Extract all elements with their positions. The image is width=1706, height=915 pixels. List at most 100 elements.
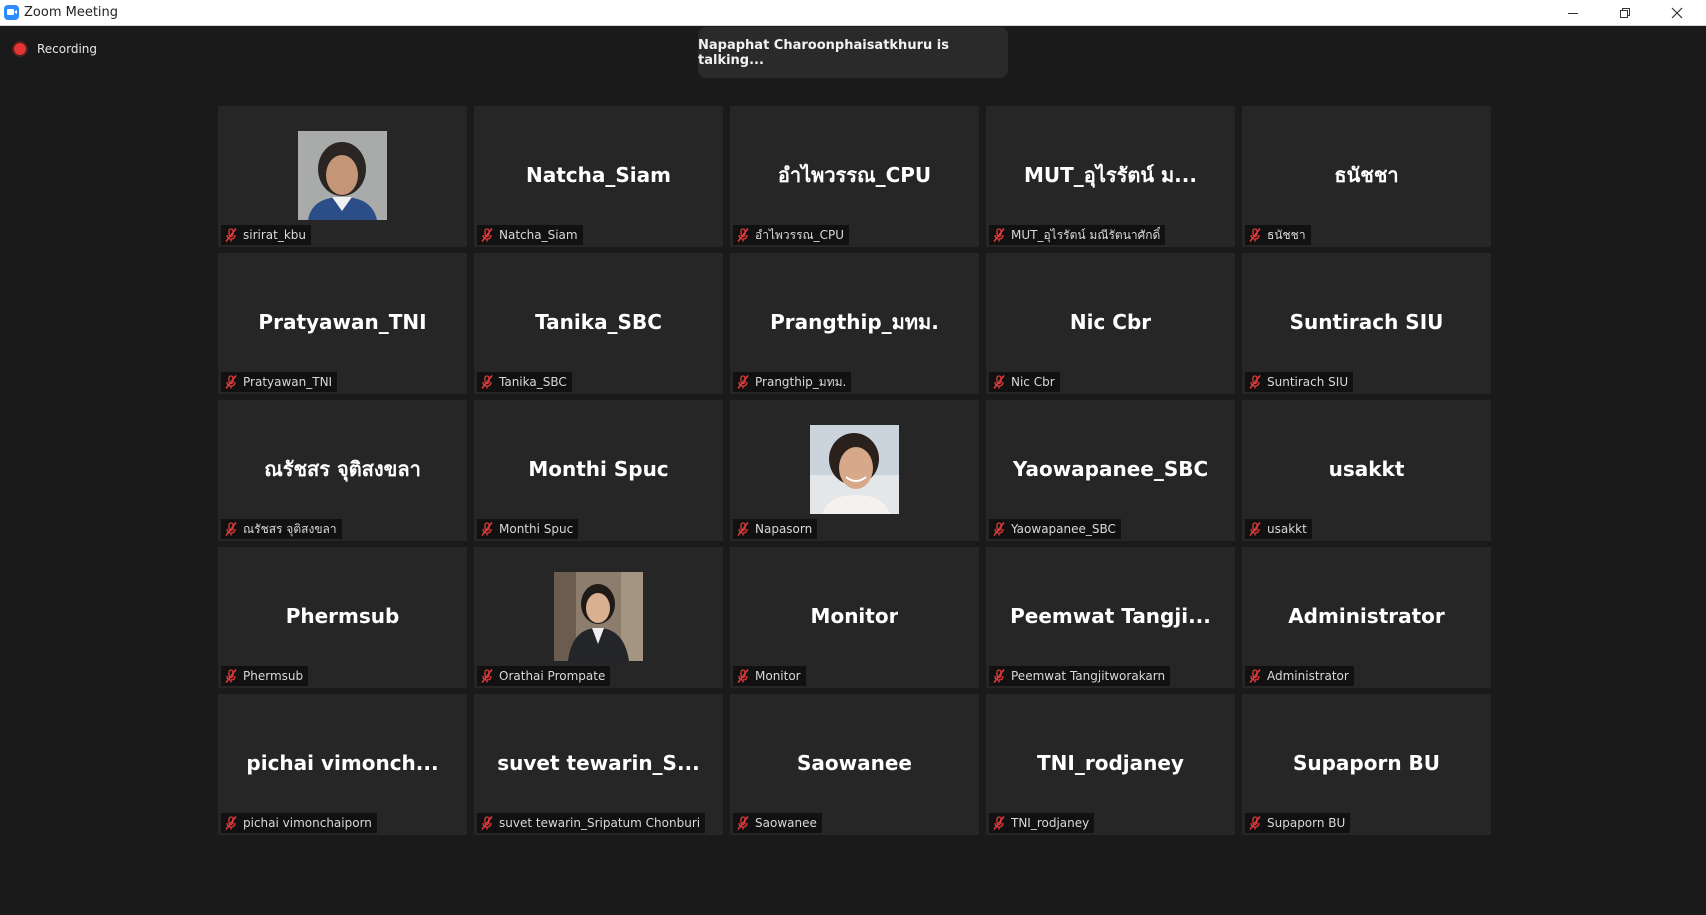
participant-tile[interactable]: Tanika_SBC Tanika_SBC bbox=[474, 253, 723, 394]
participant-avatar-name: suvet tewarin_S... bbox=[474, 694, 723, 832]
muted-microphone-icon bbox=[991, 668, 1007, 684]
participant-avatar-name: ณรัชสร จุติสงขลา bbox=[218, 400, 467, 538]
participant-avatar-name: MUT_อุไรรัตน์ ม... bbox=[986, 106, 1235, 244]
participant-name: Monitor bbox=[755, 669, 801, 683]
minimize-button[interactable] bbox=[1548, 0, 1598, 26]
participant-avatar-name: Phermsub bbox=[218, 547, 467, 685]
participant-name-label: ธนัชชา bbox=[1245, 225, 1311, 245]
participant-name-label: Orathai Prompate bbox=[477, 666, 611, 686]
participant-name-label: Nic Cbr bbox=[989, 372, 1060, 392]
participant-name-label: Phermsub bbox=[221, 666, 309, 686]
participant-tile[interactable]: อำไพวรรณ_CPU อำไพวรรณ_CPU bbox=[730, 106, 979, 247]
participant-tile[interactable]: Suntirach SIU Suntirach SIU bbox=[1242, 253, 1491, 394]
participant-display-name: Saowanee bbox=[797, 751, 912, 775]
muted-microphone-icon bbox=[735, 668, 751, 684]
participant-avatar-name: Administrator bbox=[1242, 547, 1491, 685]
participant-tile[interactable]: suvet tewarin_S... suvet tewarin_Sripatum… bbox=[474, 694, 723, 835]
participant-name-label: Monitor bbox=[733, 666, 806, 686]
participant-display-name: Administrator bbox=[1288, 604, 1445, 628]
participant-video-image bbox=[554, 571, 643, 661]
participant-name: Natcha_Siam bbox=[499, 228, 578, 242]
participant-display-name: Peemwat Tangji... bbox=[1010, 604, 1211, 628]
participant-avatar-name: Peemwat Tangji... bbox=[986, 547, 1235, 685]
participant-name-label: Monthi Spuc bbox=[477, 519, 579, 539]
active-speaker-text: Napaphat Charoonphaisatkhuru is talking.… bbox=[698, 37, 949, 68]
participant-tile[interactable]: Pratyawan_TNI Pratyawan_TNI bbox=[218, 253, 467, 394]
participant-display-name: pichai vimonch... bbox=[246, 751, 439, 775]
participant-video bbox=[474, 547, 723, 685]
participant-tile[interactable]: Administrator Administrator bbox=[1242, 547, 1491, 688]
participant-tile[interactable]: usakkt usakkt bbox=[1242, 400, 1491, 541]
participant-display-name: Tanika_SBC bbox=[535, 310, 662, 334]
participant-avatar-name: Monthi Spuc bbox=[474, 400, 723, 538]
muted-microphone-icon bbox=[479, 374, 495, 390]
participant-avatar-name: usakkt bbox=[1242, 400, 1491, 538]
muted-microphone-icon bbox=[223, 227, 239, 243]
muted-microphone-icon bbox=[1247, 668, 1263, 684]
participant-avatar-name: Suntirach SIU bbox=[1242, 253, 1491, 391]
participant-tile[interactable]: sirirat_kbu bbox=[218, 106, 467, 247]
participant-avatar-name: TNI_rodjaney bbox=[986, 694, 1235, 832]
muted-microphone-icon bbox=[735, 815, 751, 831]
participant-name: Peemwat Tangjitworakarn bbox=[1011, 669, 1166, 683]
participant-name: Tanika_SBC bbox=[499, 375, 567, 389]
participant-display-name: Supaporn BU bbox=[1292, 751, 1441, 775]
participant-avatar-name: Yaowapanee_SBC bbox=[986, 400, 1235, 538]
restore-button[interactable] bbox=[1600, 0, 1650, 26]
gallery-grid: sirirat_kbu Natcha_Siam Natcha_Siam อำไพวรร… bbox=[218, 106, 1491, 835]
participant-name-label: sirirat_kbu bbox=[221, 225, 312, 245]
participant-name-label: Saowanee bbox=[733, 813, 822, 833]
participant-name-label: pichai vimonchaiporn bbox=[221, 813, 377, 833]
participant-display-name: ธนัชชา bbox=[1334, 163, 1399, 187]
recording-indicator[interactable]: Recording bbox=[14, 40, 97, 58]
muted-microphone-icon bbox=[1247, 521, 1263, 537]
participant-tile[interactable]: MUT_อุไรรัตน์ ม... MUT_อุไรรัตน์ มณีรัตนา… bbox=[986, 106, 1235, 247]
muted-microphone-icon bbox=[223, 374, 239, 390]
participant-tile[interactable]: Supaporn BU Supaporn BU bbox=[1242, 694, 1491, 835]
muted-microphone-icon bbox=[223, 815, 239, 831]
participant-avatar-name: Saowanee bbox=[730, 694, 979, 832]
participant-video-image bbox=[810, 424, 899, 514]
participant-display-name: usakkt bbox=[1328, 457, 1405, 481]
participant-tile[interactable]: pichai vimonch... pichai vimonchaiporn bbox=[218, 694, 467, 835]
muted-microphone-icon bbox=[1247, 227, 1263, 243]
participant-name: Nic Cbr bbox=[1011, 375, 1055, 389]
participant-avatar-name: Nic Cbr bbox=[986, 253, 1235, 391]
participant-name-label: usakkt bbox=[1245, 519, 1312, 539]
participant-avatar-name: Tanika_SBC bbox=[474, 253, 723, 391]
participant-tile[interactable]: Monitor Monitor bbox=[730, 547, 979, 688]
participant-tile[interactable]: Nic Cbr Nic Cbr bbox=[986, 253, 1235, 394]
participant-tile[interactable]: ณรัชสร จุติสงขลา ณรัชสร จุติสงขลา bbox=[218, 400, 467, 541]
participant-name-label: Tanika_SBC bbox=[477, 372, 572, 392]
restore-icon bbox=[1620, 8, 1630, 18]
participant-display-name: Yaowapanee_SBC bbox=[1012, 457, 1209, 481]
participant-tile[interactable]: Yaowapanee_SBC Yaowapanee_SBC bbox=[986, 400, 1235, 541]
participant-name-label: MUT_อุไรรัตน์ มณีรัตนาศักดิ์ bbox=[989, 225, 1166, 245]
participant-display-name: Pratyawan_TNI bbox=[258, 310, 427, 334]
participant-tile[interactable]: Napasorn bbox=[730, 400, 979, 541]
participant-display-name: TNI_rodjaney bbox=[1037, 751, 1184, 775]
participant-video bbox=[730, 400, 979, 538]
muted-microphone-icon bbox=[479, 227, 495, 243]
participant-name: Yaowapanee_SBC bbox=[1011, 522, 1116, 536]
close-icon bbox=[1671, 7, 1683, 19]
participant-tile[interactable]: Phermsub Phermsub bbox=[218, 547, 467, 688]
participant-tile[interactable]: ธนัชชา ธนัชชา bbox=[1242, 106, 1491, 247]
close-button[interactable] bbox=[1652, 0, 1702, 26]
participant-tile[interactable]: Monthi Spuc Monthi Spuc bbox=[474, 400, 723, 541]
participant-tile[interactable]: Prangthip_มทม. Prangthip_มทม. bbox=[730, 253, 979, 394]
participant-tile[interactable]: Orathai Prompate bbox=[474, 547, 723, 688]
participant-name-label: Suntirach SIU bbox=[1245, 372, 1354, 392]
muted-microphone-icon bbox=[991, 374, 1007, 390]
participant-avatar-name: อำไพวรรณ_CPU bbox=[730, 106, 979, 244]
participant-tile[interactable]: TNI_rodjaney TNI_rodjaney bbox=[986, 694, 1235, 835]
zoom-app-icon bbox=[4, 5, 19, 20]
muted-microphone-icon bbox=[991, 521, 1007, 537]
participant-video-image bbox=[298, 130, 387, 220]
participant-name: TNI_rodjaney bbox=[1011, 816, 1090, 830]
minimize-icon bbox=[1568, 13, 1578, 14]
participant-tile[interactable]: Peemwat Tangji... Peemwat Tangjitworakarn bbox=[986, 547, 1235, 688]
participant-tile[interactable]: Natcha_Siam Natcha_Siam bbox=[474, 106, 723, 247]
participant-name-label: Yaowapanee_SBC bbox=[989, 519, 1121, 539]
participant-tile[interactable]: Saowanee Saowanee bbox=[730, 694, 979, 835]
